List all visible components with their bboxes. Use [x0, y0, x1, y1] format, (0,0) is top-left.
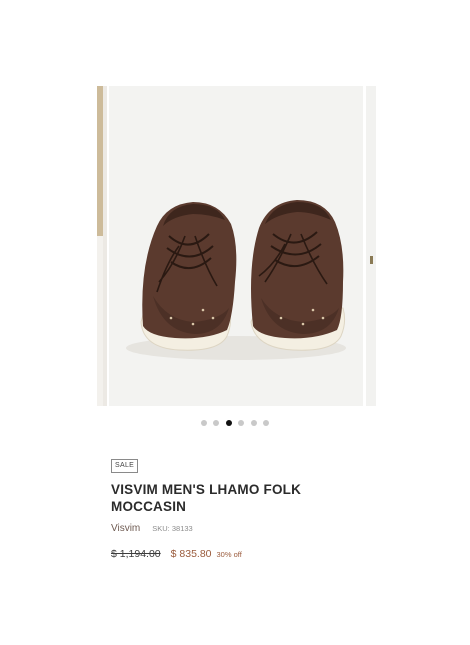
product-title: VISVIM MEN'S LHAMO FOLK MOCCASIN [111, 482, 302, 514]
product-meta: Visvim SKU: 38133 [111, 523, 361, 534]
product-info: SALE VISVIM MEN'S LHAMO FOLK MOCCASIN Vi… [111, 454, 361, 560]
carousel-dot[interactable] [213, 420, 220, 426]
next-slide-peek[interactable] [366, 86, 376, 406]
sale-price: $ 835.80 [170, 548, 212, 560]
discount-label: 30% off [216, 550, 242, 559]
carousel-dot[interactable] [200, 420, 207, 426]
vendor-link[interactable]: Visvim [111, 523, 140, 534]
carousel-dot[interactable] [263, 420, 270, 426]
carousel-dot-active[interactable] [225, 420, 232, 426]
sale-badge: SALE [111, 459, 139, 473]
moccasin-shoes-image [126, 200, 346, 360]
carousel-dot[interactable] [250, 420, 257, 426]
carousel-dot[interactable] [238, 420, 245, 426]
product-sku: SKU: 38133 [152, 524, 193, 533]
previous-slide-peek[interactable] [97, 86, 107, 406]
price-row: $ 1,194.00 $ 835.80 30% off [111, 548, 361, 560]
compare-at-price: $ 1,194.00 [111, 548, 161, 560]
product-image-carousel[interactable] [0, 86, 470, 408]
product-image[interactable] [109, 86, 363, 406]
carousel-pagination [0, 420, 470, 426]
